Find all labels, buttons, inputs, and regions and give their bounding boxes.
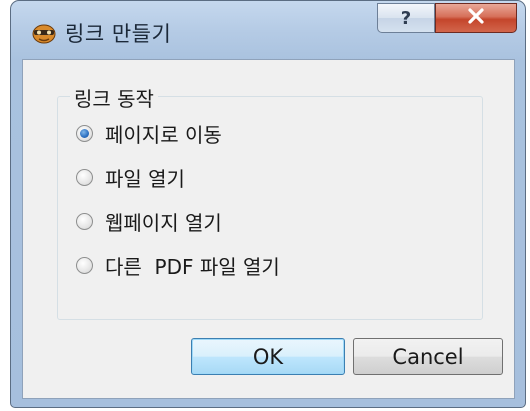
close-x-icon bbox=[466, 8, 486, 28]
radio-label: 다른 PDF 파일 열기 bbox=[105, 254, 280, 279]
radio-button[interactable] bbox=[76, 168, 93, 186]
radio-button[interactable] bbox=[76, 256, 93, 274]
radio-button[interactable] bbox=[76, 124, 93, 142]
help-icon: ? bbox=[400, 7, 412, 29]
pdf-app-icon bbox=[31, 21, 57, 45]
radio-label: 파일 열기 bbox=[105, 166, 185, 191]
close-button[interactable] bbox=[435, 3, 517, 33]
radio-option-open-other-pdf[interactable]: 다른 PDF 파일 열기 bbox=[76, 251, 280, 279]
radio-option-go-to-page[interactable]: 페이지로 이동 bbox=[76, 119, 222, 147]
radio-option-open-file[interactable]: 파일 열기 bbox=[76, 163, 185, 191]
radio-label: 웹페이지 열기 bbox=[105, 210, 222, 235]
radio-option-open-webpage[interactable]: 웹페이지 열기 bbox=[76, 207, 222, 235]
title-bar[interactable]: 링크 만들기 ? bbox=[11, 1, 525, 59]
help-button[interactable]: ? bbox=[377, 3, 435, 33]
cancel-button[interactable]: Cancel bbox=[353, 338, 503, 375]
dialog-title: 링크 만들기 bbox=[65, 22, 172, 46]
dialog-window: 링크 만들기 ? 링크 동작 페이지로 이동 파일 열기 웹페이지 열기 다른 … bbox=[10, 0, 526, 408]
radio-button[interactable] bbox=[76, 212, 93, 230]
group-legend: 링크 동작 bbox=[70, 83, 158, 112]
ok-button[interactable]: OK bbox=[191, 338, 345, 375]
link-action-group: 링크 동작 페이지로 이동 파일 열기 웹페이지 열기 다른 PDF 파일 열기 bbox=[57, 83, 483, 320]
dialog-client-area: 링크 동작 페이지로 이동 파일 열기 웹페이지 열기 다른 PDF 파일 열기… bbox=[22, 59, 515, 399]
radio-label: 페이지로 이동 bbox=[105, 122, 222, 147]
